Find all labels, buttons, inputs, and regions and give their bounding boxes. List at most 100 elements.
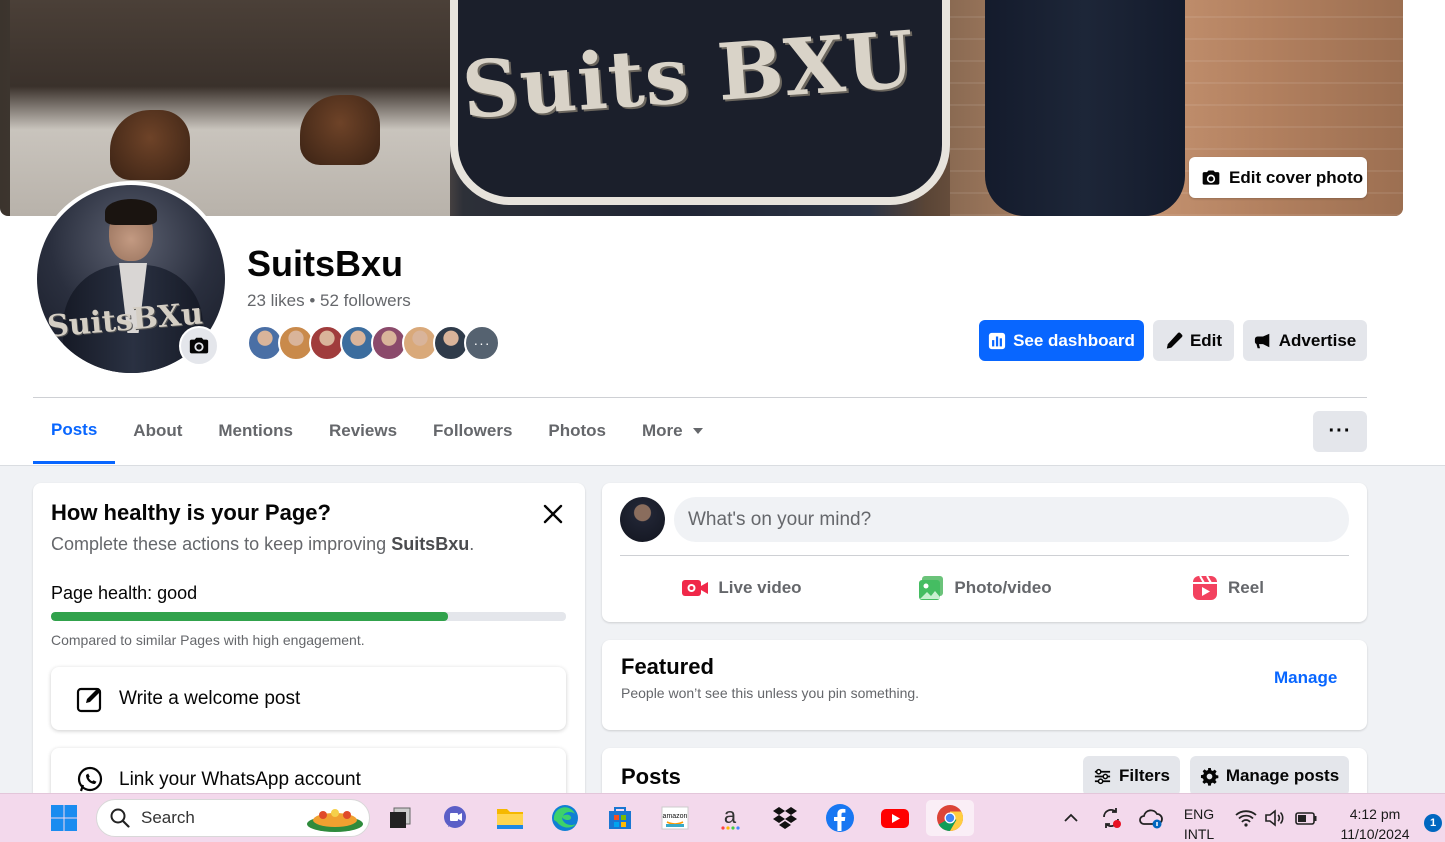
amazon-shopping-button[interactable]: a [712, 800, 748, 836]
subtitle-page-name: SuitsBxu [391, 534, 470, 554]
dropbox-button[interactable] [767, 800, 803, 836]
featured-subtitle: People won’t see this unless you pin som… [621, 685, 920, 701]
store-icon [609, 807, 631, 829]
page-stats[interactable]: 23 likes • 52 followers [247, 291, 411, 311]
dropbox-icon [773, 807, 797, 829]
whatsapp-icon [77, 766, 103, 791]
page-health-card: How healthy is your Page? Complete these… [33, 483, 585, 811]
task-view-icon [390, 807, 411, 828]
advertise-label: Advertise [1278, 330, 1357, 350]
tab-label: Posts [51, 419, 98, 439]
edge-button[interactable] [547, 800, 583, 836]
amazon-button[interactable]: amazon [657, 800, 693, 836]
notification-badge[interactable]: 1 [1424, 814, 1442, 832]
start-button[interactable] [46, 800, 82, 836]
write-welcome-post-label: Write a welcome post [119, 687, 301, 709]
tab-followers[interactable]: Followers [415, 398, 530, 464]
sync-icon [1103, 808, 1121, 828]
pencil-icon [1166, 332, 1183, 349]
reel-label: Reel [1228, 578, 1264, 597]
svg-text:amazon: amazon [663, 813, 688, 820]
clock-time: 4:12 pm [1349, 806, 1401, 822]
chrome-button[interactable] [926, 800, 974, 836]
language-code: ENG [1183, 806, 1215, 822]
update-profile-picture-button[interactable] [179, 326, 219, 366]
tab-mentions[interactable]: Mentions [200, 398, 311, 464]
live-video-icon [682, 580, 709, 596]
filters-icon [1094, 768, 1111, 784]
show-hidden-icons-button[interactable] [1053, 800, 1089, 836]
reel-button[interactable]: Reel [1106, 563, 1349, 613]
sync-status-button[interactable] [1093, 800, 1129, 836]
edit-label: Edit [1189, 330, 1223, 350]
page-health-progress [51, 612, 566, 621]
clock-date: 11/10/2024 [1340, 826, 1410, 842]
reel-icon [1193, 575, 1218, 600]
edit-cover-photo-button[interactable]: Edit cover photo [1189, 157, 1367, 198]
subtitle-prefix: Complete these actions to keep improving [51, 534, 392, 554]
page-health-subtitle: Complete these actions to keep improving… [51, 534, 474, 555]
filters-label: Filters [1118, 766, 1171, 785]
folder-icon [497, 809, 523, 829]
bar-chart-icon [988, 332, 1006, 349]
edge-icon [552, 805, 578, 831]
task-view-button[interactable] [382, 800, 418, 836]
cover-shoe [110, 110, 190, 180]
facebook-button[interactable] [822, 800, 858, 836]
page-header: Suits BXU Edit cover photo SuitsBXu Suit… [0, 0, 1445, 466]
tab-reviews[interactable]: Reviews [311, 398, 415, 464]
tab-label: About [133, 421, 183, 440]
clock[interactable]: 4:12 pm 11/10/2024 [1330, 804, 1420, 842]
featured-manage-link[interactable]: Manage [1274, 668, 1337, 688]
close-icon [543, 504, 563, 524]
more-options-button[interactable]: ··· [1313, 411, 1367, 452]
more-followers-avatar[interactable]: ··· [464, 325, 500, 361]
close-button[interactable] [538, 499, 568, 529]
battery-icon [1295, 812, 1317, 825]
tab-photos[interactable]: Photos [530, 398, 624, 464]
youtube-button[interactable] [877, 800, 913, 836]
follower-faces[interactable]: ··· [247, 325, 500, 361]
tab-about[interactable]: About [115, 398, 200, 464]
see-dashboard-button[interactable]: See dashboard [979, 320, 1144, 361]
chat-icon [444, 806, 466, 828]
file-explorer-button[interactable] [492, 800, 528, 836]
teams-chat-button[interactable] [437, 800, 473, 836]
chevron-up-icon [1064, 813, 1078, 822]
page-health-label: Page health: good [51, 583, 198, 603]
avatar[interactable] [620, 497, 665, 542]
taskbar: Search amazon a ENG INTL 4:12 pm 11/10/2… [0, 793, 1445, 842]
live-video-label: Live video [718, 578, 802, 597]
page-title: SuitsBxu [247, 243, 404, 284]
youtube-icon [881, 809, 909, 828]
composer-divider [620, 555, 1349, 556]
input-language-indicator[interactable]: ENG INTL [1175, 804, 1223, 842]
tab-posts[interactable]: Posts [33, 398, 116, 464]
taskbar-search[interactable]: Search [96, 799, 370, 837]
featured-title: Featured [621, 654, 714, 679]
posts-title: Posts [621, 764, 681, 789]
compose-icon [76, 687, 102, 712]
advertise-button[interactable]: Advertise [1243, 320, 1367, 361]
battery-button[interactable] [1288, 800, 1324, 836]
cloud-icon [1139, 809, 1163, 829]
onedrive-status-button[interactable] [1133, 800, 1169, 836]
whats-on-your-mind-input[interactable]: What's on your mind? [674, 497, 1349, 542]
caret-down-icon [692, 428, 703, 434]
microsoft-store-button[interactable] [602, 800, 638, 836]
camera-icon [1202, 170, 1220, 185]
live-video-button[interactable]: Live video [620, 563, 863, 613]
cover-suit [985, 0, 1185, 216]
photo-icon [919, 576, 944, 600]
manage-posts-button[interactable]: Manage posts [1190, 756, 1349, 796]
post-composer: What's on your mind? Live video Photo/vi… [602, 483, 1367, 622]
tab-more[interactable]: More [624, 398, 721, 464]
tab-label: Followers [433, 421, 513, 440]
write-welcome-post-item[interactable]: Write a welcome post [51, 667, 566, 730]
windows-icon [51, 805, 77, 831]
edit-page-button[interactable]: Edit [1153, 320, 1234, 361]
featured-card: Featured People won’t see this unless yo… [602, 640, 1367, 730]
photo-video-button[interactable]: Photo/video [863, 563, 1106, 613]
facebook-icon [826, 804, 854, 832]
filters-button[interactable]: Filters [1083, 756, 1180, 796]
